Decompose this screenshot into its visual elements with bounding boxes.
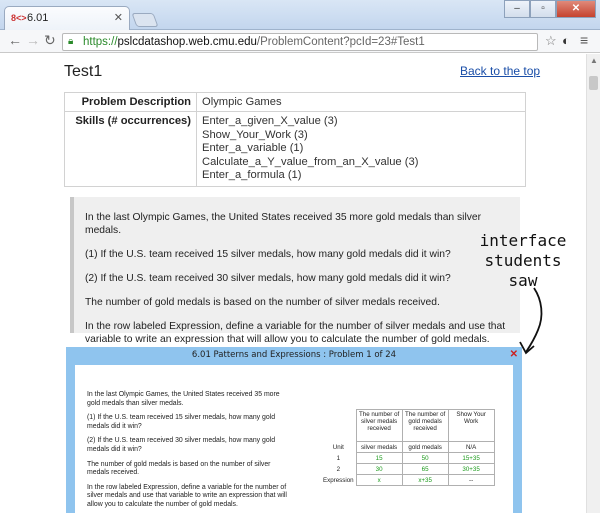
menu-icon[interactable]: ≡ bbox=[580, 32, 588, 48]
url-scheme: https:// bbox=[83, 36, 118, 48]
table-row: 2 30 65 30+35 bbox=[321, 463, 495, 475]
unit-cell[interactable]: silver medals bbox=[355, 441, 403, 453]
tutor-workspace: In the last Olympic Games, the United St… bbox=[75, 365, 513, 513]
problem-paragraph: In the row labeled Expression, define a … bbox=[85, 321, 506, 345]
skill-item: Enter_a_formula (1) bbox=[202, 169, 302, 181]
back-to-top-link[interactable]: Back to the top bbox=[460, 64, 540, 78]
column-header: Show Your Work bbox=[447, 409, 495, 442]
row-label: 1 bbox=[336, 454, 341, 462]
annotation-line: students bbox=[484, 251, 562, 270]
problem-paragraph: (1) If the U.S. team received 15 silver … bbox=[85, 249, 451, 260]
back-arrow-icon[interactable]: ← bbox=[8, 32, 22, 48]
answer-cell[interactable]: x bbox=[355, 474, 403, 486]
skill-item: Enter_a_given_X_value (3) bbox=[202, 115, 338, 127]
vertical-scrollbar[interactable]: ▲ bbox=[586, 54, 600, 513]
tutor-problem-text: In the last Olympic Games, the United St… bbox=[87, 391, 287, 513]
reload-icon[interactable]: ↻ bbox=[44, 32, 56, 49]
answer-cell[interactable]: 30+35 bbox=[447, 463, 495, 475]
tutor-paragraph: (1) If the U.S. team received 15 silver … bbox=[87, 414, 276, 430]
table-row: Problem Description Olympic Games bbox=[64, 92, 526, 112]
answer-cell[interactable]: 15+35 bbox=[447, 452, 495, 464]
unit-cell[interactable]: gold medals bbox=[401, 441, 449, 453]
answer-cell[interactable]: 15 bbox=[355, 452, 403, 464]
answer-cell[interactable]: 30 bbox=[355, 463, 403, 475]
url-path: /ProblemContent?pcId=23#Test1 bbox=[256, 36, 425, 48]
minimize-button[interactable]: – bbox=[504, 0, 530, 18]
problem-description-value: Olympic Games bbox=[196, 92, 526, 112]
tab-favicon-icon: 8<> bbox=[11, 13, 27, 23]
tab-title: 6.01 bbox=[27, 12, 49, 24]
annotation-line: interface bbox=[479, 231, 567, 250]
column-header: The number of gold medals received bbox=[401, 409, 449, 442]
tutor-paragraph: (2) If the U.S. team received 30 silver … bbox=[87, 437, 276, 453]
url-host: pslcdatashop.web.cmu.edu bbox=[117, 36, 257, 48]
row-label: 2 bbox=[336, 465, 341, 473]
tab-close-icon[interactable]: ✕ bbox=[114, 11, 123, 24]
table-row: Skills (# occurrences) Enter_a_given_X_v… bbox=[64, 111, 526, 187]
tutor-paragraph: In the row labeled Expression, define a … bbox=[87, 483, 287, 508]
extension-icon[interactable]: ◐ bbox=[562, 33, 570, 48]
skills-list: Enter_a_given_X_value (3) Show_Your_Work… bbox=[196, 111, 526, 187]
tutor-interface: 6.01 Patterns and Expressions : Problem … bbox=[66, 347, 522, 513]
problem-paragraph: In the last Olympic Games, the United St… bbox=[85, 212, 482, 236]
window-controls: – ▫ ✕ bbox=[504, 0, 596, 18]
skill-item: Show_Your_Work (3) bbox=[202, 128, 308, 141]
browser-tab[interactable]: 8<> 6.01 ✕ bbox=[4, 6, 130, 30]
browser-toolbar: ← → ↻ 🔒︎ https://pslcdatashop.web.cmu.ed… bbox=[0, 30, 600, 53]
close-window-button[interactable]: ✕ bbox=[556, 0, 596, 18]
answer-cell[interactable]: 65 bbox=[401, 463, 449, 475]
skill-item: Enter_a_variable (1) bbox=[202, 142, 304, 154]
handwritten-annotation: interface students saw bbox=[458, 231, 588, 291]
new-tab-button[interactable] bbox=[131, 13, 159, 27]
page-title: Test1 bbox=[64, 63, 103, 80]
problem-paragraph: The number of gold medals is based on th… bbox=[85, 297, 440, 308]
table-row: Unit silver medals gold medals N/A bbox=[321, 441, 495, 453]
lock-icon: 🔒︎ bbox=[68, 36, 74, 47]
tutor-paragraph: In the last Olympic Games, the United St… bbox=[87, 391, 280, 407]
skill-item: Calculate_a_Y_value_from_an_X_value (3) bbox=[202, 155, 419, 168]
tutor-worksheet-table: The number of silver medals received The… bbox=[321, 409, 495, 486]
bookmark-star-icon[interactable]: ☆ bbox=[545, 33, 557, 49]
table-row: Expression x x+35 -- bbox=[321, 474, 495, 486]
answer-cell[interactable]: 50 bbox=[401, 452, 449, 464]
forward-arrow-icon[interactable]: → bbox=[26, 32, 40, 48]
answer-cell[interactable]: x+35 bbox=[401, 474, 449, 486]
tutor-title: 6.01 Patterns and Expressions : Problem … bbox=[191, 350, 397, 360]
maximize-button[interactable]: ▫ bbox=[530, 0, 556, 18]
problem-info-table: Problem Description Olympic Games Skills… bbox=[64, 92, 526, 187]
unit-cell[interactable]: N/A bbox=[447, 441, 495, 453]
row-label: Unit bbox=[332, 443, 344, 451]
answer-cell[interactable]: -- bbox=[447, 474, 495, 486]
tutor-close-icon[interactable]: ✕ bbox=[510, 349, 518, 360]
column-header: The number of silver medals received bbox=[355, 409, 403, 442]
problem-statement: In the last Olympic Games, the United St… bbox=[70, 197, 520, 345]
scroll-up-arrow-icon[interactable]: ▲ bbox=[590, 56, 598, 65]
problem-paragraph: (2) If the U.S. team received 30 silver … bbox=[85, 273, 451, 284]
skills-label: Skills (# occurrences) bbox=[64, 111, 197, 187]
scrollbar-thumb[interactable] bbox=[589, 76, 598, 90]
browser-titlebar: 8<> 6.01 ✕ – ▫ ✕ bbox=[0, 0, 600, 30]
table-row: 1 15 50 15+35 bbox=[321, 452, 495, 464]
problem-description-label: Problem Description bbox=[64, 92, 197, 112]
table-row: The number of silver medals received The… bbox=[321, 409, 495, 442]
row-label: Expression bbox=[323, 476, 354, 484]
address-bar[interactable]: 🔒︎ https://pslcdatashop.web.cmu.edu/Prob… bbox=[62, 33, 538, 51]
tutor-paragraph: The number of gold medals is based on th… bbox=[87, 460, 271, 477]
